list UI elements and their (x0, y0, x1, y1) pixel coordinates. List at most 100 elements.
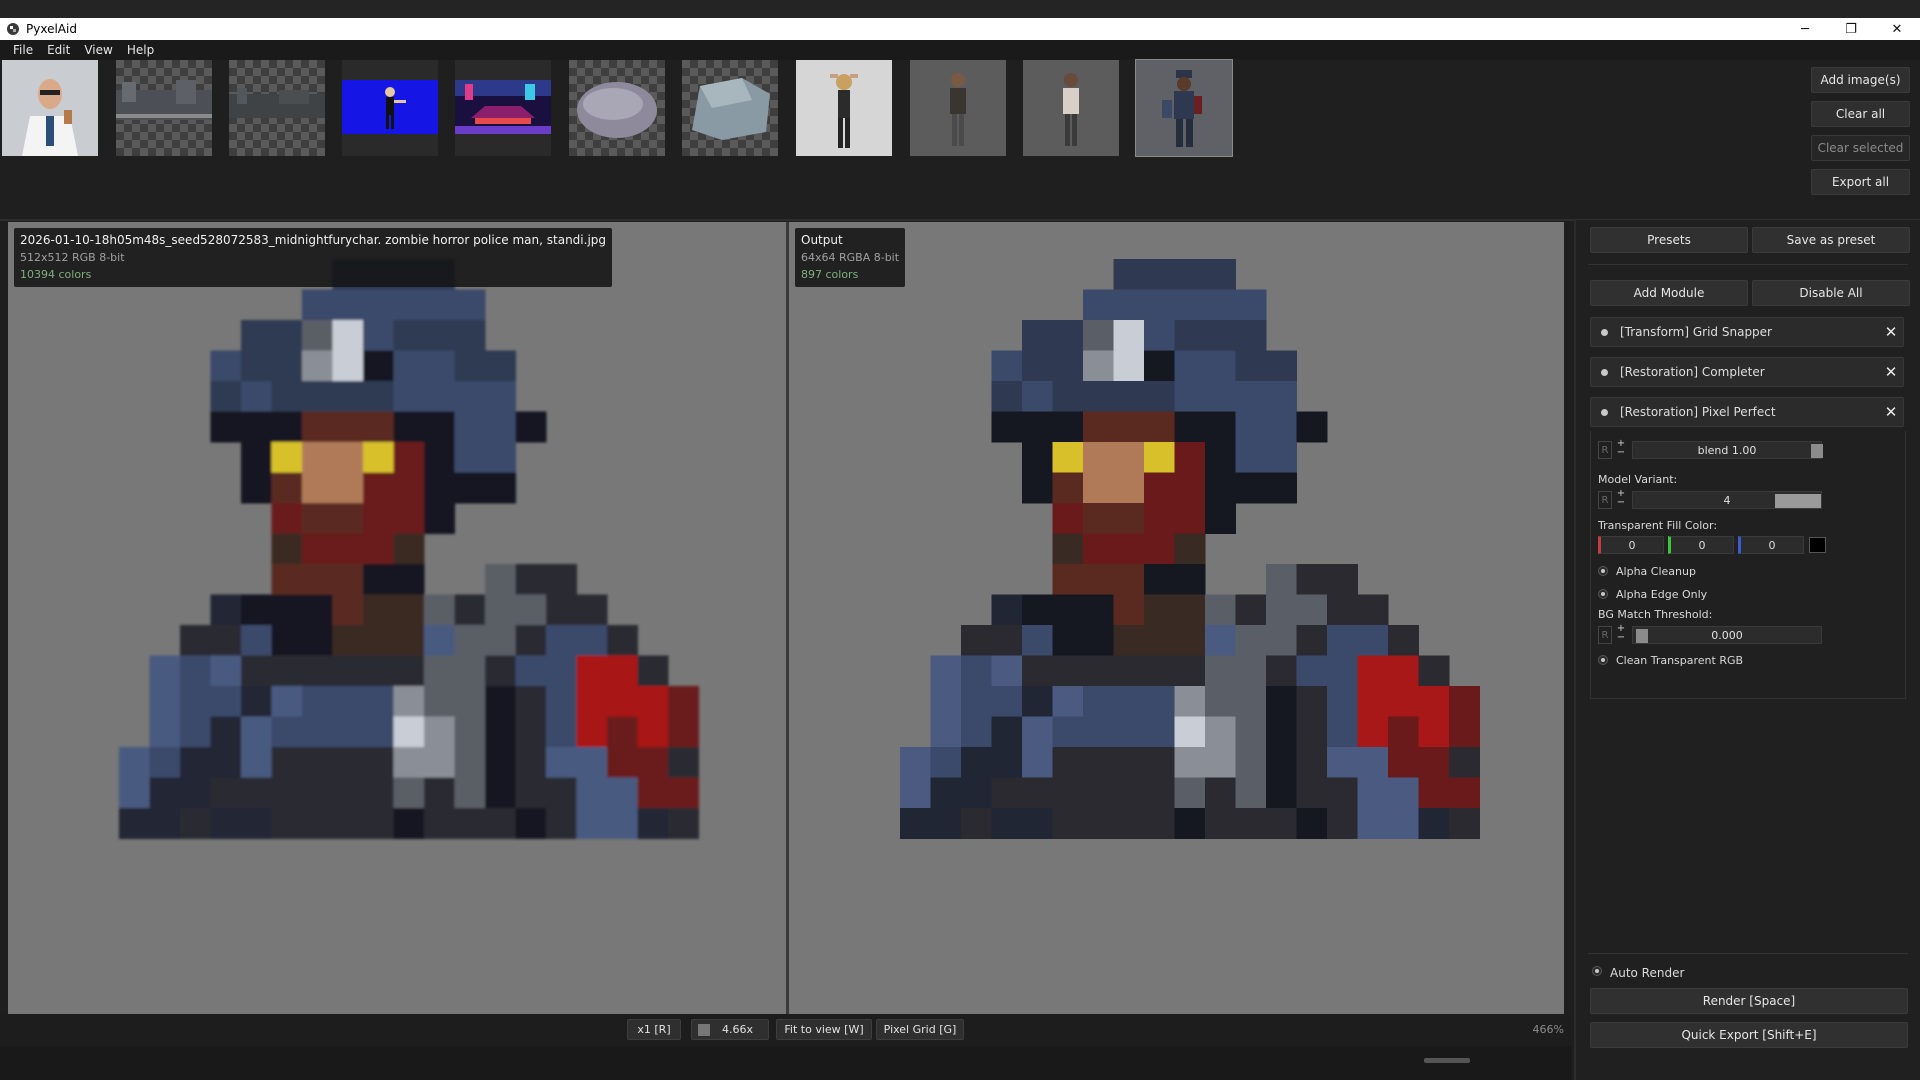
menu-view[interactable]: View (77, 43, 119, 57)
image-pixel (332, 320, 364, 351)
model-variant-value: 4 (1723, 493, 1731, 507)
image-pixel (607, 625, 638, 656)
image-pixel (637, 747, 669, 778)
bg-match-stepper[interactable]: + − (1614, 624, 1628, 643)
module-enable-toggle[interactable] (1601, 328, 1608, 336)
thumbnail-zombie-figure[interactable] (1023, 60, 1119, 156)
thumbnail-zombie-woman[interactable] (910, 60, 1006, 156)
image-pixel (1449, 808, 1480, 839)
module-grid-snapper[interactable]: [Transform] Grid Snapper ✕ (1590, 317, 1904, 347)
module-enable-toggle[interactable] (1601, 408, 1608, 416)
image-pixel (271, 442, 303, 473)
close-window-icon[interactable]: ✕ (1874, 18, 1920, 40)
quick-export-button[interactable]: Quick Export [Shift+E] (1590, 1022, 1908, 1048)
zoom-field[interactable]: 4.66x (691, 1019, 769, 1040)
image-pixel (515, 777, 547, 809)
output-viewer[interactable]: Output 64x64 RGBA 8-bit 897 colors (789, 222, 1564, 1014)
image-pixel (454, 625, 486, 656)
add-module-button[interactable]: Add Module (1590, 280, 1748, 306)
image-pixel (991, 808, 1023, 839)
image-pixel (271, 564, 303, 595)
bg-match-slider-handle[interactable] (1636, 629, 1648, 643)
remove-module-icon[interactable]: ✕ (1879, 363, 1903, 381)
bg-match-slider[interactable]: 0.000 (1632, 626, 1822, 644)
restore-icon[interactable]: ❐ (1828, 18, 1874, 40)
module-enable-toggle[interactable] (1601, 368, 1608, 376)
fill-green-field[interactable]: 0 (1668, 536, 1734, 554)
remove-module-icon[interactable]: ✕ (1879, 323, 1903, 341)
image-pixel (363, 381, 394, 412)
input-viewer[interactable]: 2026-01-10-18h05m48s_seed528072583_midni… (8, 222, 786, 1014)
blend-stepper[interactable]: + − (1614, 439, 1628, 458)
thumbnail-rock[interactable] (682, 60, 778, 156)
image-pixel (1052, 564, 1084, 595)
blend-slider[interactable]: blend 1.00 (1632, 441, 1823, 459)
image-pixel (1296, 411, 1328, 443)
image-pixel (1205, 655, 1236, 687)
fill-blue-field[interactable]: 0 (1738, 536, 1804, 554)
menu-file[interactable]: File (6, 43, 40, 57)
menu-edit[interactable]: Edit (40, 43, 77, 57)
render-button[interactable]: Render [Space] (1590, 988, 1908, 1014)
image-pixel (424, 350, 455, 382)
image-pixel (1113, 289, 1145, 321)
image-pixel (271, 503, 303, 534)
alpha-cleanup-radio[interactable] (1598, 566, 1608, 576)
image-pixel (1022, 472, 1053, 504)
scale-reset-button[interactable]: x1 [R] (627, 1019, 681, 1040)
randomize-bg-match-toggle[interactable]: R (1598, 626, 1612, 644)
clean-rgb-radio[interactable] (1598, 655, 1608, 665)
disable-all-button[interactable]: Disable All (1752, 280, 1910, 306)
model-variant-slider[interactable]: 4 (1632, 491, 1822, 509)
thumbnail-landscape[interactable] (229, 60, 325, 156)
thumbnail-blue-figure[interactable] (342, 60, 438, 156)
randomize-variant-toggle[interactable]: R (1598, 491, 1612, 509)
pixel-grid-button[interactable]: Pixel Grid [G] (876, 1019, 964, 1040)
image-pixel (1144, 747, 1175, 778)
image-pixel (149, 686, 181, 717)
presets-button[interactable]: Presets (1590, 227, 1748, 253)
image-pixel (210, 777, 242, 809)
clear-all-button[interactable]: Clear all (1811, 101, 1910, 127)
menu-help[interactable]: Help (120, 43, 161, 57)
variant-slider-handle[interactable] (1775, 494, 1821, 508)
image-pixel (1083, 716, 1114, 748)
variant-stepper[interactable]: + − (1614, 489, 1628, 508)
fill-red-field[interactable]: 0 (1598, 536, 1664, 554)
randomize-blend-toggle[interactable]: R (1598, 441, 1612, 459)
image-pixel (302, 686, 333, 717)
thumbnail-scientist[interactable] (2, 60, 98, 156)
thumbnail-neon-car[interactable] (455, 60, 551, 156)
fit-to-view-button[interactable]: Fit to view [W] (776, 1019, 872, 1040)
remove-module-icon[interactable]: ✕ (1879, 403, 1903, 421)
clear-selected-button[interactable]: Clear selected (1811, 135, 1910, 161)
image-pixel (668, 686, 699, 717)
image-pixel (454, 381, 486, 412)
auto-render-radio[interactable] (1592, 966, 1602, 976)
thumbnail-stone[interactable] (569, 60, 665, 156)
image-pixel (1052, 777, 1084, 809)
clean-rgb-label: Clean Transparent RGB (1616, 654, 1744, 667)
minimize-icon[interactable]: ─ (1782, 18, 1828, 40)
image-pixel (1052, 320, 1084, 351)
thumbnail-city-street[interactable] (116, 60, 212, 156)
thumbnail-zombie-police[interactable] (1135, 59, 1233, 157)
thumbnail-woman-posing[interactable] (796, 60, 892, 156)
image-pixel (1144, 594, 1175, 626)
image-pixel (1296, 808, 1328, 839)
fill-color-swatch[interactable] (1809, 537, 1826, 553)
export-all-button[interactable]: Export all (1811, 169, 1910, 195)
alpha-edge-only-radio[interactable] (1598, 589, 1608, 599)
image-pixel (1144, 259, 1175, 290)
save-preset-button[interactable]: Save as preset (1752, 227, 1910, 253)
blend-slider-handle[interactable] (1811, 444, 1823, 458)
image-pixel (393, 533, 425, 565)
image-pixel (485, 777, 516, 809)
module-pixel-perfect[interactable]: [Restoration] Pixel Perfect ✕ (1590, 397, 1904, 427)
image-pixel (485, 350, 516, 382)
image-pixel (1144, 411, 1175, 443)
module-completer[interactable]: [Restoration] Completer ✕ (1590, 357, 1904, 387)
add-images-button[interactable]: Add image(s) (1811, 67, 1910, 93)
alpha-edge-only-label: Alpha Edge Only (1616, 588, 1708, 601)
horizontal-scrollbar[interactable] (1424, 1058, 1470, 1063)
